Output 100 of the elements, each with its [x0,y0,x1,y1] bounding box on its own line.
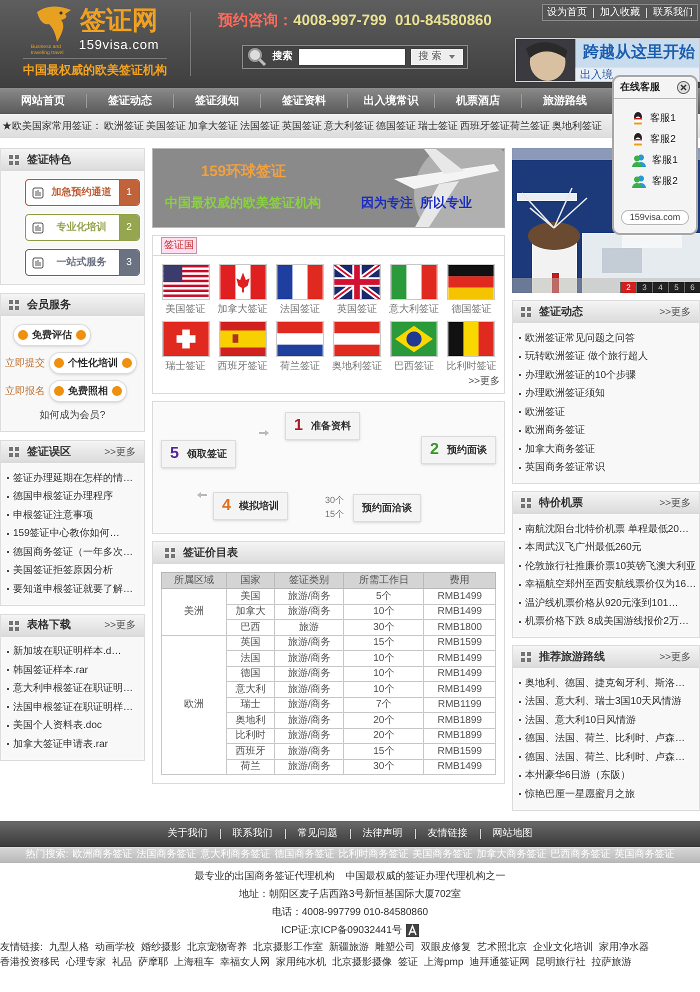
country-link[interactable]: 意大利签证 [389,302,440,317]
member-button[interactable]: 个性化培训 [49,352,137,374]
friend-link[interactable]: 幸福女人网 [220,954,270,970]
article-link[interactable]: 美国签证拒签原因分析 [13,563,113,578]
nav-link[interactable]: 签证资料 [261,92,347,110]
member-button[interactable]: 免费照相 [49,380,127,402]
article-link[interactable]: 德国申根签证办理程序 [13,489,113,504]
nav-link[interactable]: 网站首页 [0,92,86,110]
agent-link[interactable]: 客服1 [650,111,676,126]
friend-link[interactable]: 迪拜通签证网 [469,954,530,970]
article-link[interactable]: 惊艳巴厘一星愿蜜月之旅 [525,786,635,802]
more-link[interactable]: >>更多 [659,304,691,320]
slide-tab[interactable]: 3 [636,282,652,293]
friend-link[interactable]: 北京摄影工作室 [252,940,323,954]
nav-link[interactable]: 机票酒店 [435,92,521,110]
agent-link[interactable]: 客服2 [652,174,678,189]
article-link[interactable]: 伦敦旅行社推廉价票10英镑飞澳大利亚 [525,558,696,574]
subnav-link[interactable]: 法国签证 [240,118,280,134]
nav-link[interactable]: 签证须知 [174,92,260,110]
article-link[interactable]: 意大利申根签证在职证明… [13,681,133,696]
article-link[interactable]: 本州豪华6日游（东阪） [525,768,631,784]
article-link[interactable]: 法国申根签证在职证明样… [13,700,133,715]
friend-link[interactable]: 昆明旅行社 [535,954,586,970]
more-link[interactable]: >>更多 [104,618,136,633]
article-link[interactable]: 欧洲商务签证 [525,423,585,438]
slide-tab[interactable]: 6 [684,282,700,293]
friend-link[interactable]: 雕塑公司 [374,940,415,954]
article-link[interactable]: 美国个人资料表.doc [13,718,102,734]
article-link[interactable]: 德国、法国、荷兰、比利时、卢森… [525,731,685,746]
subnav-link[interactable]: 西班牙签证荷兰签证 [460,118,550,134]
subnav-link[interactable]: 欧洲签证 [104,118,144,134]
friend-link[interactable]: 北京宠物寄养 [186,940,247,954]
footer-link[interactable]: 法律声明 [362,826,402,841]
subnav-link[interactable]: 意大利签证 [324,118,374,134]
country-link[interactable]: 美国签证 [166,302,206,317]
country-link[interactable]: 英国签证 [337,302,378,317]
article-link[interactable]: 奥地利、德国、捷克匈牙利、斯洛… [525,676,685,691]
footer-link[interactable]: 网站地图 [492,826,532,841]
article-link[interactable]: 新加坡在职证明样本.d… [13,644,122,660]
agent-link[interactable]: 客服2 [650,132,676,147]
agent-link[interactable]: 客服1 [652,153,678,168]
country-link[interactable]: 奥地利签证 [332,359,382,374]
slide-tab[interactable]: 5 [668,282,684,293]
country-link[interactable]: 加拿大签证 [218,302,268,317]
subnav-link[interactable]: 美国签证 [146,118,186,134]
more-link[interactable]: >>更多 [104,444,136,460]
article-link[interactable]: 韩国签证样本.rar [13,662,88,678]
article-link[interactable]: 欧洲签证 [525,404,565,420]
member-button[interactable]: 免费评估 [13,324,91,346]
country-link[interactable]: 比利时签证 [446,359,496,374]
article-link[interactable]: 申根签证注意事项 [13,508,93,523]
country-link[interactable]: 德国签证 [451,302,492,317]
friend-link[interactable]: 萨摩耶 [138,954,168,970]
friend-link[interactable]: 艺术照北京 [476,940,527,954]
subnav-link[interactable]: 英国签证 [282,118,322,134]
more-link[interactable]: >>更多 [659,496,691,510]
article-link[interactable]: 机票价格下跌 8成美国游线报价2万… [525,614,689,630]
country-link[interactable]: 荷兰签证 [280,359,320,374]
article-link[interactable]: 幸福航空郑州至西安航线票价仅为16… [525,577,696,592]
search-button[interactable]: 搜 索 [410,48,464,64]
friend-link[interactable]: 新疆旅游 [328,940,369,954]
friend-link[interactable]: 婚纱摄影 [140,940,181,954]
article-link[interactable]: 玩转欧洲签证 做个旅行超人 [525,349,648,364]
friend-link[interactable]: 家用净水器 [598,940,649,954]
article-link[interactable]: 欧洲签证常见问题之问答 [525,330,635,346]
article-link[interactable]: 办理欧洲签证须知 [525,386,605,402]
friend-link[interactable]: 动画学校 [94,940,135,954]
article-link[interactable]: 德国商务签证（一年多次… [13,544,133,560]
subnav-link[interactable]: 瑞士签证 [418,118,458,134]
footer-link[interactable]: 联系我们 [232,826,272,841]
friend-link[interactable]: 心理专家 [66,954,106,970]
more-link[interactable]: >>更多 [659,650,691,664]
nav-link[interactable]: 出入境常识 [348,92,434,110]
nav-link[interactable]: 旅游路线 [522,92,608,110]
slide-tab[interactable]: 2 [620,282,636,293]
friend-link[interactable]: 礼品 [112,954,132,970]
article-link[interactable]: 法国、意大利10日风情游 [525,712,636,728]
friend-link[interactable]: 香港投资移民 [0,954,60,970]
friend-link[interactable]: 双眼皮修复 [420,940,471,954]
article-link[interactable]: 法国、意大利、瑞士3国10天风情游 [525,694,682,710]
friend-link[interactable]: 家用纯水机 [276,954,326,970]
footer-link[interactable]: 常见问题 [298,826,338,841]
feature-button[interactable]: 一站式服务 3 [25,249,140,276]
friend-link[interactable]: 拉萨旅游 [591,954,632,970]
top-link[interactable]: 设为首页 [547,5,587,20]
feature-button[interactable]: 加急预约通道 1 [25,179,140,206]
article-link[interactable]: 德国、法国、荷兰、比利时、卢森… [525,750,685,765]
article-link[interactable]: 要知道申根签证就要了解… [13,582,133,597]
friend-link[interactable]: 上海pmp [424,954,464,970]
subnav-link[interactable]: 奥地利签证 [552,118,602,134]
article-link[interactable]: 签证办理延期在怎样的情… [13,470,133,486]
top-link[interactable]: 联系我们 [653,5,693,20]
article-link[interactable]: 加拿大签证申请表.rar [13,736,108,752]
friend-link[interactable]: 北京摄影摄像 [332,954,392,970]
friend-link[interactable]: 签证 [398,954,418,970]
friend-link[interactable]: 上海租车 [174,954,214,970]
footer-link[interactable]: 友情链接 [428,826,468,841]
subnav-link[interactable]: 加拿大签证 [188,118,238,134]
article-link[interactable]: 南航沈阳台北特价机票 单程最低20… [525,522,689,537]
friend-link[interactable]: 企业文化培训 [532,940,593,954]
